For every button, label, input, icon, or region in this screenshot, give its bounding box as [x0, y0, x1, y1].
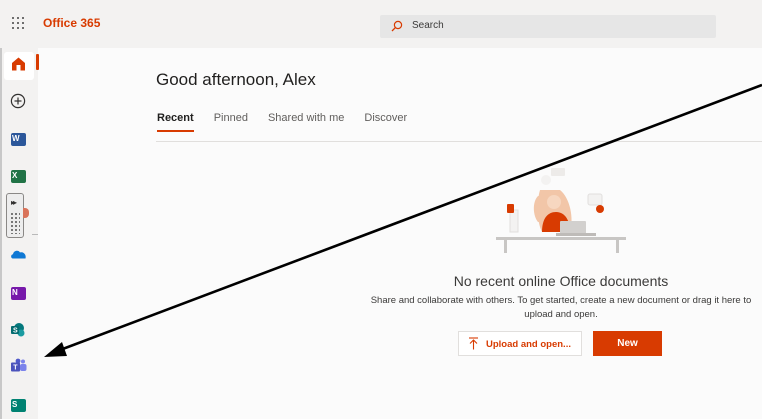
rail-expand-handle[interactable]: ▸▸	[6, 193, 24, 238]
empty-state-illustration	[496, 168, 626, 253]
excel-icon[interactable]: X	[11, 170, 26, 183]
rail-divider	[32, 234, 38, 235]
onenote-icon[interactable]: N	[11, 287, 26, 300]
active-indicator	[36, 54, 39, 70]
upload-icon	[469, 337, 478, 350]
tabs-divider	[156, 141, 762, 142]
rail-edge	[0, 48, 2, 419]
svg-text:T: T	[13, 365, 18, 372]
teams-icon[interactable]: T	[10, 358, 27, 373]
app-launcher-icon[interactable]	[12, 17, 26, 31]
onedrive-icon[interactable]	[10, 248, 27, 259]
brand-title[interactable]: Office 365	[43, 16, 100, 30]
upload-label: Upload and open...	[486, 339, 571, 350]
word-icon[interactable]: W	[11, 133, 26, 146]
search-box[interactable]: Search	[380, 15, 716, 38]
document-tabs: Recent Pinned Shared with me Discover	[157, 112, 427, 132]
chevron-right-icon: ▸▸	[11, 198, 17, 207]
empty-state-title: No recent online Office documents	[453, 273, 669, 289]
tab-discover[interactable]: Discover	[364, 112, 407, 132]
search-placeholder: Search	[412, 20, 444, 31]
tab-pinned[interactable]: Pinned	[214, 112, 248, 132]
page-title: Good afternoon, Alex	[156, 70, 316, 89]
tab-recent[interactable]: Recent	[157, 112, 194, 132]
drag-grip-icon	[10, 212, 20, 234]
home-icon[interactable]	[11, 57, 26, 71]
top-bar: Office 365 Search	[0, 0, 762, 48]
svg-text:S: S	[13, 328, 18, 335]
sway-icon[interactable]: S	[11, 399, 26, 412]
upload-and-open-button[interactable]: Upload and open...	[458, 331, 582, 356]
tab-shared-with-me[interactable]: Shared with me	[268, 112, 344, 132]
powerpoint-icon-peek	[23, 208, 29, 218]
empty-state-description: Share and collaborate with others. To ge…	[370, 295, 752, 320]
annotation-arrow	[44, 83, 762, 357]
sharepoint-icon[interactable]: S	[10, 322, 26, 338]
new-document-button[interactable]: New	[593, 331, 662, 356]
create-icon[interactable]	[10, 93, 26, 109]
search-icon	[391, 20, 403, 32]
